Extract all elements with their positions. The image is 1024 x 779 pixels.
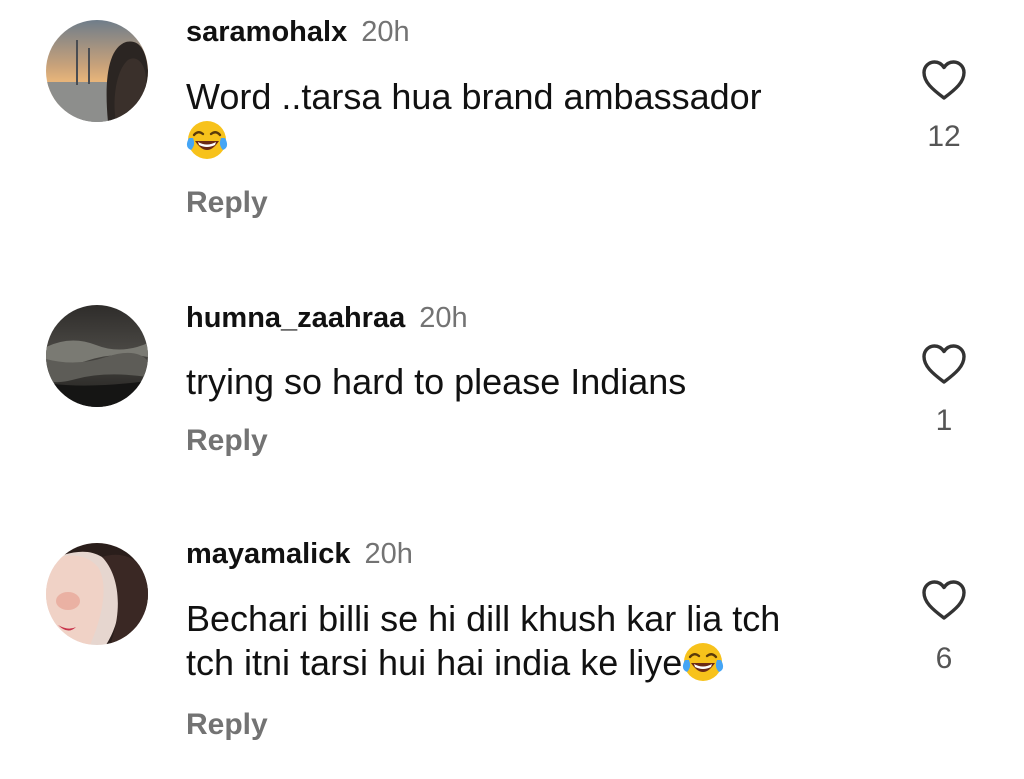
- comment-text: Bechari billi se hi dill khush kar lia t…: [186, 597, 876, 685]
- avatar-photo: [46, 543, 148, 645]
- avatar-photo: [46, 20, 148, 122]
- heart-icon[interactable]: [920, 578, 968, 622]
- comment-header: mayamalick 20h: [186, 538, 413, 578]
- avatar-photo: [46, 305, 148, 407]
- timestamp: 20h: [364, 538, 413, 570]
- reply-button[interactable]: Reply: [186, 186, 268, 220]
- username[interactable]: saramohalx: [186, 16, 347, 49]
- like-count: 12: [927, 120, 961, 153]
- face-with-tears-of-joy-icon: [186, 121, 228, 159]
- comment-header: saramohalx 20h: [186, 16, 410, 56]
- heart-icon[interactable]: [920, 342, 968, 386]
- comment-text: trying so hard to please Indians: [186, 360, 876, 404]
- timestamp: 20h: [419, 302, 468, 334]
- comment-text-line: Bechari billi se hi dill khush kar lia t…: [186, 598, 781, 639]
- heart-icon[interactable]: [920, 58, 968, 102]
- comments-list: saramohalx 20h Word ..tarsa hua brand am…: [0, 0, 1024, 779]
- comment-text-line: Word ..tarsa hua brand ambassador: [186, 76, 762, 117]
- avatar[interactable]: [46, 543, 148, 645]
- avatar[interactable]: [46, 20, 148, 122]
- like-count: 1: [935, 404, 953, 437]
- comment-text-line: trying so hard to please Indians: [186, 361, 687, 402]
- username[interactable]: mayamalick: [186, 538, 350, 571]
- comment-header: humna_zaahraa 20h: [186, 302, 468, 342]
- like-count: 6: [935, 642, 953, 675]
- timestamp: 20h: [361, 16, 410, 48]
- comment-text-line: tch itni tarsi hui hai india ke liye: [186, 642, 683, 683]
- avatar[interactable]: [46, 305, 148, 407]
- comment-text: Word ..tarsa hua brand ambassador: [186, 75, 876, 163]
- username[interactable]: humna_zaahraa: [186, 302, 405, 335]
- reply-button[interactable]: Reply: [186, 708, 268, 742]
- reply-button[interactable]: Reply: [186, 424, 268, 458]
- face-with-tears-of-joy-icon: [683, 643, 724, 681]
